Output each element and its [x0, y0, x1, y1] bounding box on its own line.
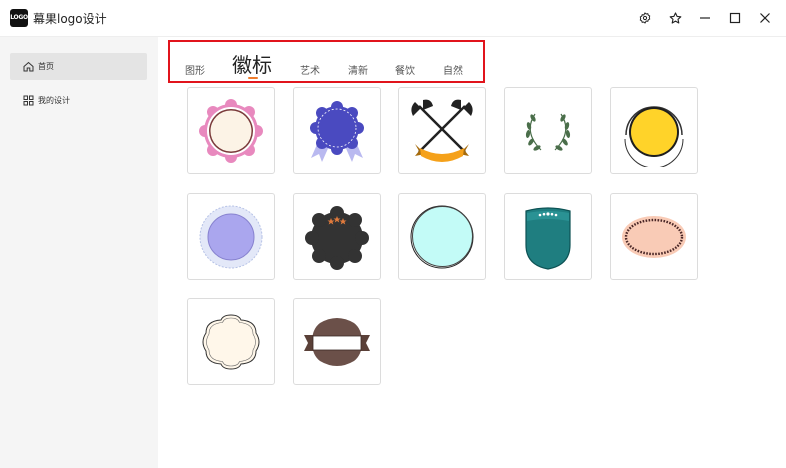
sidebar-item-my-designs[interactable]: 我的设计 [10, 87, 147, 114]
grid-icon [22, 95, 34, 107]
tab-fresh[interactable]: 清新 [348, 62, 368, 77]
active-tab-indicator [248, 77, 258, 79]
tab-badge[interactable]: 徽标 [232, 49, 272, 78]
maximize-button[interactable] [724, 7, 746, 29]
tab-graphics[interactable]: 图形 [185, 62, 205, 77]
template-card[interactable] [293, 87, 381, 174]
blue-rosette-ribbon-badge-icon [310, 100, 364, 162]
title-bar: LOGO 幕果logo设计 [0, 0, 786, 37]
close-icon [760, 13, 770, 23]
template-card[interactable] [187, 193, 275, 280]
cream-ornate-frame-badge-icon [202, 313, 260, 370]
settings-button[interactable] [634, 7, 656, 29]
home-icon [22, 61, 34, 73]
maximize-icon [729, 12, 741, 24]
template-card[interactable] [293, 298, 381, 385]
settings-icon [639, 12, 651, 24]
teal-shield-stars-badge-icon [525, 206, 571, 270]
template-card[interactable] [187, 87, 275, 174]
sidebar: 首页 我的设计 [0, 37, 158, 468]
laurel-wreath-badge-icon [525, 113, 571, 151]
category-tabs-highlight [168, 40, 485, 83]
app-logo: LOGO [10, 9, 28, 27]
mint-sketch-circle-badge-icon [410, 205, 474, 268]
app-title: 幕果logo设计 [33, 12, 107, 26]
tab-art[interactable]: 艺术 [300, 62, 320, 77]
brown-ribbon-banner-badge-icon [304, 317, 370, 366]
template-card[interactable] [398, 87, 486, 174]
template-card[interactable] [398, 193, 486, 280]
peach-oval-beaded-badge-icon [622, 215, 686, 258]
template-card[interactable] [187, 298, 275, 385]
favorite-button[interactable] [664, 7, 686, 29]
sidebar-item-home[interactable]: 首页 [10, 53, 147, 80]
template-card[interactable] [293, 193, 381, 280]
close-button[interactable] [754, 7, 776, 29]
yellow-circle-badge-icon [624, 105, 684, 167]
tab-catering[interactable]: 餐饮 [395, 62, 415, 77]
template-card[interactable] [610, 87, 698, 174]
sidebar-item-label: 首页 [38, 62, 54, 71]
minimize-button[interactable] [694, 7, 716, 29]
crossed-axes-banner-badge-icon [411, 99, 473, 162]
template-card[interactable] [504, 193, 592, 280]
tab-nature[interactable]: 自然 [443, 62, 463, 77]
star-icon [669, 11, 681, 24]
dark-scalloped-stars-badge-icon [305, 205, 369, 270]
pink-scalloped-badge-icon [199, 98, 263, 163]
template-card[interactable] [610, 193, 698, 280]
minimize-icon [700, 17, 710, 19]
sidebar-item-label: 我的设计 [38, 96, 70, 105]
template-card[interactable] [504, 87, 592, 174]
lavender-circle-badge-icon [199, 205, 263, 268]
